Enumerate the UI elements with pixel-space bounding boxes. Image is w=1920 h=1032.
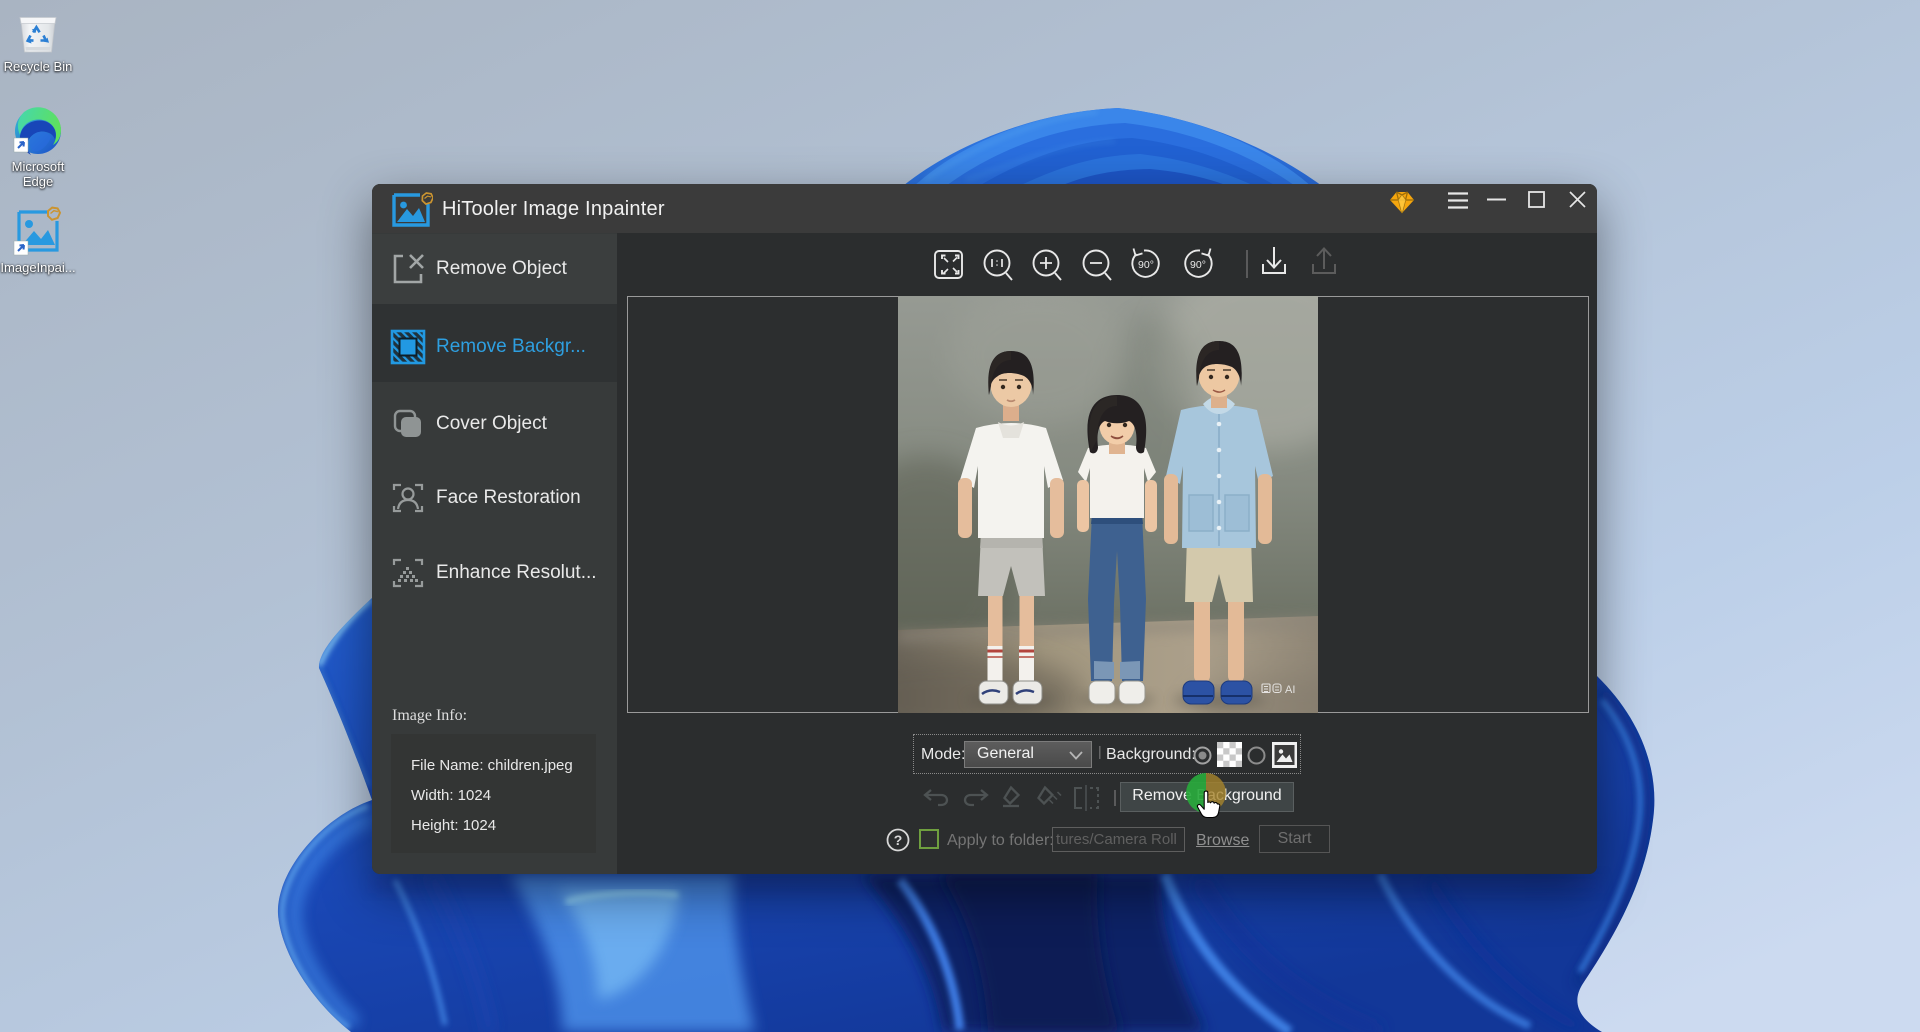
- svg-text:?: ?: [894, 832, 903, 848]
- svg-text:90°: 90°: [1138, 259, 1154, 271]
- svg-text:AI: AI: [1285, 684, 1295, 696]
- svg-text:90°: 90°: [1190, 259, 1206, 271]
